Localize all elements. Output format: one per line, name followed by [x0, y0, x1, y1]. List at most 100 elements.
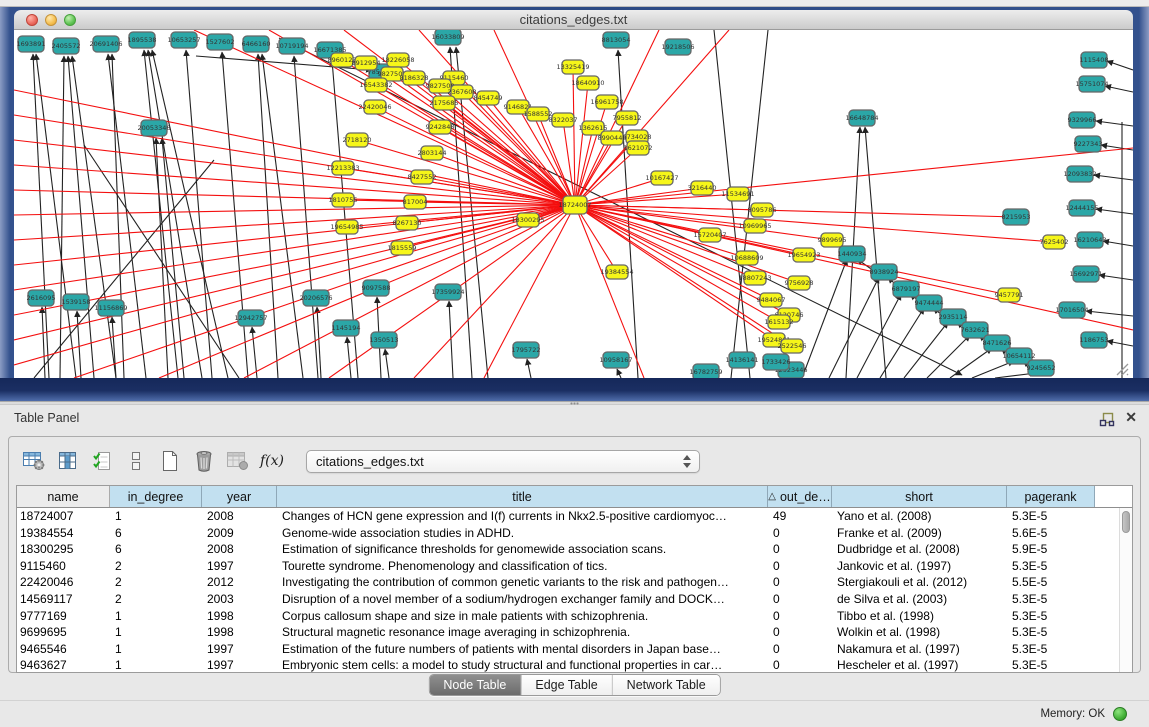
red-edge[interactable]: [575, 205, 1133, 330]
black-edge[interactable]: [1094, 175, 1133, 180]
table-row[interactable]: 946362711997Embryonic stem cells: a mode…: [17, 657, 1132, 673]
graph-node[interactable]: 2803144: [418, 146, 447, 160]
graph-node[interactable]: 1186753: [1080, 332, 1109, 348]
delete-icon[interactable]: [192, 449, 216, 473]
show-column-icon[interactable]: [56, 449, 80, 473]
black-edge[interactable]: [1096, 209, 1133, 214]
close-window-icon[interactable]: [26, 14, 38, 26]
graph-node[interactable]: 1693891: [17, 36, 46, 52]
graph-node[interactable]: 9227343: [1074, 136, 1103, 152]
graph-node[interactable]: 16961758: [590, 95, 623, 109]
black-edge[interactable]: [927, 335, 970, 378]
graph-node[interactable]: 20053346: [137, 120, 170, 136]
graph-node[interactable]: 17359924: [431, 284, 464, 300]
graph-node[interactable]: 6466160: [242, 36, 271, 52]
black-edge[interactable]: [144, 50, 178, 378]
graph-node[interactable]: 19384554: [600, 265, 633, 279]
graph-node[interactable]: 9484067: [757, 293, 786, 307]
graph-node[interactable]: 16782759: [689, 364, 722, 378]
graph-node[interactable]: 8454749: [474, 91, 503, 105]
graph-node[interactable]: 1440934: [838, 246, 867, 262]
black-edge[interactable]: [1086, 311, 1133, 316]
zoom-window-icon[interactable]: [64, 14, 76, 26]
graph-node[interactable]: 19218506: [661, 39, 694, 55]
minimize-window-icon[interactable]: [45, 14, 57, 26]
network-table-select[interactable]: citations_edges.txt: [306, 450, 700, 473]
column-header-short[interactable]: short: [832, 486, 1007, 507]
black-edge[interactable]: [857, 294, 901, 378]
graph-node[interactable]: 9457791: [995, 288, 1024, 302]
red-edge[interactable]: [14, 115, 575, 205]
black-edge[interactable]: [222, 52, 248, 378]
graph-node[interactable]: 16033809: [431, 30, 464, 45]
graph-node[interactable]: 1527602: [206, 34, 235, 50]
table-mode-icon[interactable]: [22, 449, 46, 473]
graph-node[interactable]: 8095786: [748, 203, 777, 217]
table-row[interactable]: 1872400712008Changes of HCN gene express…: [17, 508, 1132, 525]
graph-node[interactable]: 13325419: [556, 60, 589, 74]
graph-node[interactable]: 12093832: [1063, 166, 1096, 182]
graph-node[interactable]: 10719194: [275, 38, 308, 54]
black-edge[interactable]: [1099, 275, 1133, 280]
tab-edge-table[interactable]: Edge Table: [521, 675, 612, 695]
graph-node[interactable]: 22420046: [358, 100, 391, 114]
column-header-name[interactable]: name: [17, 486, 110, 507]
graph-node[interactable]: 3216440: [688, 181, 717, 195]
graph-node[interactable]: 1145194: [332, 320, 361, 336]
black-edge[interactable]: [148, 50, 202, 378]
graph-node[interactable]: 9329966: [1068, 112, 1097, 128]
table-scrollbar-thumb[interactable]: [1122, 511, 1130, 533]
graph-node[interactable]: 15720407: [693, 228, 726, 242]
black-edge[interactable]: [84, 145, 239, 378]
tab-network-table[interactable]: Network Table: [613, 675, 720, 695]
graph-node[interactable]: 16648784: [845, 110, 878, 126]
graph-node[interactable]: 18640910: [571, 76, 604, 90]
black-edge[interactable]: [829, 277, 879, 378]
black-edge[interactable]: [865, 127, 886, 378]
black-edge[interactable]: [1096, 121, 1133, 126]
row-height-icon[interactable]: [124, 449, 148, 473]
graph-node[interactable]: 2718120: [343, 133, 372, 147]
graph-node[interactable]: 11156869: [94, 300, 127, 316]
red-edge[interactable]: [14, 165, 575, 205]
graph-node[interactable]: 1895538: [128, 32, 157, 48]
graph-node[interactable]: 15692971: [1069, 266, 1102, 282]
graph-node[interactable]: 17016504: [1055, 302, 1088, 318]
graph-node[interactable]: 9474444: [915, 295, 944, 311]
graph-node[interactable]: 8267130: [393, 216, 422, 230]
red-edge[interactable]: [14, 205, 575, 340]
black-edge[interactable]: [112, 317, 116, 378]
black-edge[interactable]: [527, 359, 531, 378]
graph-node[interactable]: 2175685: [430, 96, 459, 110]
graph-node[interactable]: 10653257: [167, 32, 200, 48]
memory-status-icon[interactable]: [1113, 707, 1127, 721]
graph-node[interactable]: 20206576: [299, 290, 332, 306]
black-edge[interactable]: [112, 54, 124, 378]
black-edge[interactable]: [1103, 241, 1133, 246]
graph-node[interactable]: 9245652: [1027, 360, 1056, 376]
black-edge[interactable]: [385, 349, 389, 378]
graph-node[interactable]: 9097588: [362, 280, 391, 296]
graph-node[interactable]: 2616095: [27, 290, 56, 306]
graph-node[interactable]: 8215953: [1002, 209, 1031, 225]
tab-node-table[interactable]: Node Table: [429, 675, 521, 695]
graph-node[interactable]: 1115408: [1080, 52, 1109, 68]
table-row[interactable]: 911546021997Tourette syndrome. Phenomeno…: [17, 558, 1132, 575]
graph-node[interactable]: 16543382: [359, 78, 392, 92]
black-edge[interactable]: [950, 348, 992, 378]
graph-node[interactable]: 6879197: [892, 281, 921, 297]
red-edge[interactable]: [575, 205, 1016, 217]
black-edge[interactable]: [1107, 61, 1133, 70]
graph-node[interactable]: 7625402: [1040, 235, 1069, 249]
column-header-title[interactable]: title: [277, 486, 768, 507]
network-canvas[interactable]: 1693891240557220691406189553810653257152…: [14, 30, 1133, 378]
black-edge[interactable]: [60, 56, 64, 378]
table-row[interactable]: 977716911998Corpus callosum shape and si…: [17, 608, 1132, 625]
resize-grip-icon[interactable]: [1114, 362, 1130, 376]
graph-node[interactable]: 18724007: [558, 196, 591, 214]
graph-node[interactable]: 8912954: [352, 56, 381, 70]
graph-node[interactable]: 1810755: [329, 193, 358, 207]
graph-node[interactable]: 1539158: [62, 294, 91, 310]
graph-node[interactable]: 8938924: [870, 264, 899, 280]
graph-node[interactable]: 1795722: [512, 342, 541, 358]
